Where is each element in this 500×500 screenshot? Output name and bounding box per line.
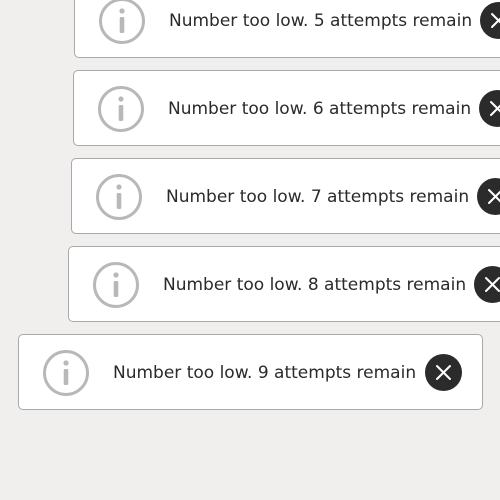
toast-notification: Number too low. 6 attempts remain	[73, 70, 500, 146]
toast-message: Number too low. 9 attempts remain	[113, 363, 417, 383]
close-icon	[485, 277, 500, 292]
toast-message: Number too low. 8 attempts remain	[163, 275, 467, 295]
toast-close-button[interactable]	[477, 178, 500, 215]
close-icon	[488, 189, 500, 204]
info-icon	[92, 261, 140, 309]
toast-message: Number too low. 6 attempts remain	[168, 99, 472, 119]
toast-message: Number too low. 5 attempts remain	[169, 11, 473, 31]
toast-notification: Number too low. 5 attempts remain	[74, 0, 500, 58]
toast-message: Number too low. 7 attempts remain	[166, 187, 470, 207]
close-icon	[490, 101, 500, 116]
toast-notification: Number too low. 7 attempts remain	[71, 158, 500, 234]
info-icon	[98, 0, 146, 45]
toast-close-button[interactable]	[480, 2, 500, 39]
info-icon	[42, 349, 90, 397]
info-icon	[97, 85, 145, 133]
close-icon	[491, 13, 500, 28]
toast-notification: Number too low. 9 attempts remain	[18, 334, 483, 410]
info-icon	[95, 173, 143, 221]
toast-notification: Number too low. 8 attempts remain	[68, 246, 500, 322]
toast-close-button[interactable]	[425, 354, 462, 391]
close-icon	[436, 365, 451, 380]
toast-close-button[interactable]	[474, 266, 500, 303]
toast-close-button[interactable]	[479, 90, 500, 127]
